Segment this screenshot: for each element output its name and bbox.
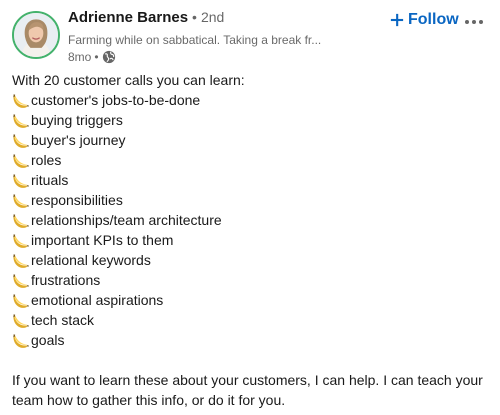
banana-emoji-icon bbox=[12, 291, 30, 309]
banana-emoji-icon bbox=[12, 231, 30, 249]
list-item-text: relationships/team architecture bbox=[31, 212, 222, 228]
post-age: 8mo bbox=[68, 50, 92, 64]
plus-icon bbox=[390, 13, 404, 27]
banana-emoji-icon bbox=[12, 131, 30, 149]
banana-emoji-icon bbox=[12, 331, 30, 349]
learning-list: customer's jobs-to-be-done buying trigge… bbox=[12, 90, 490, 350]
author-meta: Adrienne Barnes • 2nd Farming while on s… bbox=[68, 9, 378, 65]
banana-emoji-icon bbox=[12, 271, 30, 289]
list-item-text: responsibilities bbox=[31, 192, 123, 208]
follow-button[interactable]: Follow bbox=[390, 11, 459, 29]
list-item: frustrations bbox=[12, 270, 490, 290]
list-item: relational keywords bbox=[12, 250, 490, 270]
avatar-photo bbox=[14, 13, 58, 57]
banana-emoji-icon bbox=[12, 191, 30, 209]
banana-emoji-icon bbox=[12, 211, 30, 229]
list-item: responsibilities bbox=[12, 190, 490, 210]
globe-icon bbox=[102, 50, 116, 64]
list-item-text: important KPIs to them bbox=[31, 232, 174, 248]
list-item-text: frustrations bbox=[31, 272, 101, 288]
post-time: 8mo • bbox=[68, 49, 378, 65]
list-item: goals bbox=[12, 330, 490, 350]
list-item-text: goals bbox=[31, 332, 65, 348]
list-item-text: emotional aspirations bbox=[31, 292, 164, 308]
ellipsis-icon[interactable] bbox=[460, 14, 488, 30]
banana-emoji-icon bbox=[12, 111, 30, 129]
list-item: tech stack bbox=[12, 310, 490, 330]
list-item: important KPIs to them bbox=[12, 230, 490, 250]
list-item-text: buying triggers bbox=[31, 112, 123, 128]
feed-post: Adrienne Barnes • 2nd Farming while on s… bbox=[0, 0, 500, 415]
list-item: roles bbox=[12, 150, 490, 170]
list-item-text: tech stack bbox=[31, 312, 95, 328]
list-item-text: customer's jobs-to-be-done bbox=[31, 92, 201, 108]
banana-emoji-icon bbox=[12, 91, 30, 109]
list-item-text: rituals bbox=[31, 172, 69, 188]
author-name[interactable]: Adrienne Barnes bbox=[68, 9, 188, 26]
list-item: buying triggers bbox=[12, 110, 490, 130]
list-item: emotional aspirations bbox=[12, 290, 490, 310]
author-name-line: Adrienne Barnes • 2nd bbox=[68, 9, 378, 31]
banana-emoji-icon bbox=[12, 251, 30, 269]
post-header: Adrienne Barnes • 2nd Farming while on s… bbox=[12, 9, 488, 65]
author-headline: Farming while on sabbatical. Taking a br… bbox=[68, 33, 322, 47]
list-item: customer's jobs-to-be-done bbox=[12, 90, 490, 110]
list-item: rituals bbox=[12, 170, 490, 190]
avatar[interactable] bbox=[12, 11, 60, 59]
list-item: buyer's journey bbox=[12, 130, 490, 150]
post-body: With 20 customer calls you can learn: cu… bbox=[12, 70, 490, 410]
banana-emoji-icon bbox=[12, 151, 30, 169]
connection-degree: 2nd bbox=[200, 9, 225, 25]
name-separator: • bbox=[192, 9, 197, 25]
list-item-text: roles bbox=[31, 152, 62, 168]
list-item-text: buyer's journey bbox=[31, 132, 126, 148]
list-item: relationships/team architecture bbox=[12, 210, 490, 230]
time-separator: • bbox=[94, 50, 99, 64]
banana-emoji-icon bbox=[12, 171, 30, 189]
banana-emoji-icon bbox=[12, 311, 30, 329]
follow-label: Follow bbox=[408, 11, 459, 28]
post-intro: With 20 customer calls you can learn: bbox=[12, 72, 245, 88]
post-closing: If you want to learn these about your cu… bbox=[12, 372, 483, 408]
list-item-text: relational keywords bbox=[31, 252, 151, 268]
